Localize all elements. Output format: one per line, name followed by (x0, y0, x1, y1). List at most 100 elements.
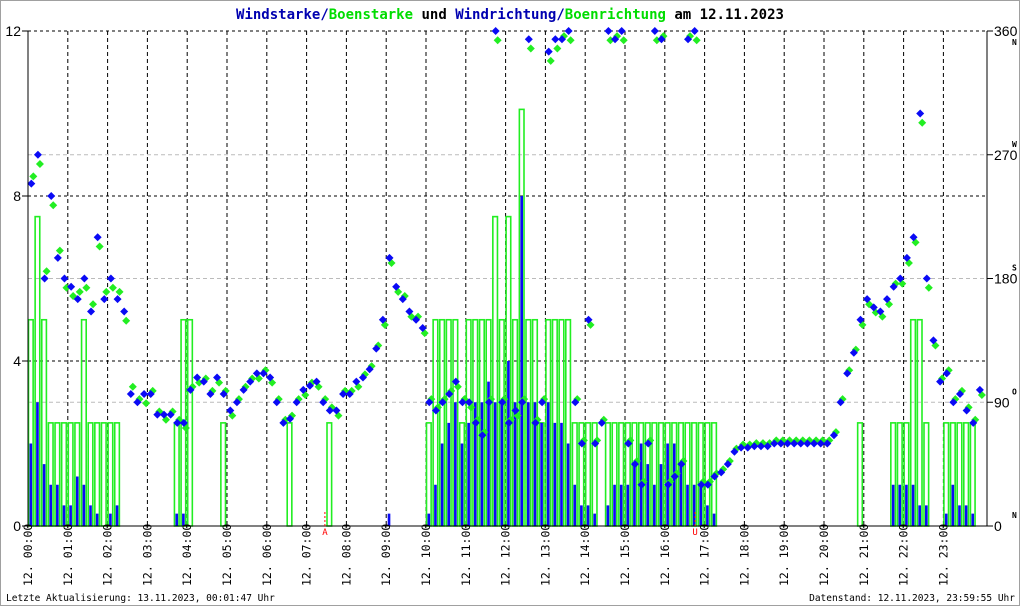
wind-bar (706, 505, 709, 526)
wind-bar (546, 402, 550, 526)
x-tick-label: 12. 02:00 (101, 524, 115, 586)
wind-bar (951, 484, 955, 526)
wind-bar (653, 484, 656, 526)
x-tick-label: 12. 06:00 (260, 524, 274, 586)
wind-bar (493, 402, 497, 526)
wind-bar (29, 443, 33, 526)
title-part: / (556, 7, 564, 23)
x-tick-label: 12. 15:00 (618, 524, 632, 586)
x-tick-label: 12. 05:00 (220, 524, 234, 586)
x-tick-label: 12. 22:00 (897, 524, 911, 586)
right-tick-label: 90 (994, 394, 1010, 410)
wind-bar (520, 196, 523, 526)
wind-bar (925, 505, 928, 526)
wind-bar (619, 484, 623, 526)
left-tick-label: 8 (13, 188, 21, 204)
wind-bar (918, 505, 921, 526)
wind-bar (454, 402, 457, 526)
last-update-text: Letzte Aktualisierung: 13.11.2023, 00:01… (6, 593, 275, 604)
wind-bar (75, 476, 79, 526)
x-tick-label: 12. 14:00 (578, 524, 592, 586)
title-part: und (413, 7, 455, 23)
x-tick-label: 12. 16:00 (658, 524, 672, 586)
wind-bar (42, 464, 46, 526)
wind-bar (633, 464, 636, 526)
wind-bar (672, 443, 676, 526)
wind-bar (69, 505, 72, 526)
wind-bar (692, 484, 696, 526)
wind-bar (527, 402, 530, 526)
wind-bar (898, 484, 902, 526)
wind-bar (115, 505, 119, 526)
wind-bar (699, 484, 703, 526)
left-tick-label: 0 (13, 518, 21, 534)
title-part: am 12.11.2023 (666, 7, 784, 23)
wind-bar (540, 422, 543, 526)
wind-bar (613, 484, 616, 526)
wind-bar (626, 484, 630, 526)
wind-bar (440, 443, 444, 526)
wind-chart: Windstarke/Boenstarke und Windrichtung/B… (0, 0, 1020, 606)
title-part: Boenrichtung (565, 7, 666, 23)
x-tick-label: 12. 21:00 (857, 524, 871, 586)
wind-bar (712, 513, 716, 526)
wind-bar (513, 402, 517, 526)
sun-marker-label: U (692, 528, 697, 538)
x-tick-label: 12. 12:00 (499, 524, 513, 586)
wind-bar (964, 505, 968, 526)
wind-bar (911, 484, 915, 526)
compass-direction-label: S (1012, 264, 1017, 273)
left-tick-label: 12 (5, 23, 21, 39)
wind-bar (586, 505, 590, 526)
wind-bar (434, 484, 437, 526)
x-tick-label: 12. 20:00 (817, 524, 831, 586)
title-part: Windstarke (236, 7, 320, 23)
x-tick-label: 12. 04:00 (180, 524, 194, 586)
wind-bar (507, 361, 510, 526)
title-part: Boenstarke (329, 7, 413, 23)
x-tick-label: 12. 23:00 (936, 524, 950, 586)
wind-bar (593, 513, 596, 526)
x-tick-label: 12. 07:00 (300, 524, 314, 586)
x-tick-label: 12. 01:00 (61, 524, 75, 586)
compass-direction-label: N (1012, 511, 1017, 520)
wind-bar (646, 464, 650, 526)
x-tick-label: 12. 08:00 (339, 524, 353, 586)
wind-bar (62, 505, 66, 526)
wind-bar (480, 402, 484, 526)
wind-bar (606, 505, 610, 526)
title-part: Windrichtung (455, 7, 556, 23)
right-tick-label: 270 (994, 147, 1018, 163)
wind-bar (573, 484, 577, 526)
sun-marker-label: A (322, 528, 328, 538)
wind-bar (460, 443, 464, 526)
x-tick-label: 12. 17:00 (698, 524, 712, 586)
x-tick-label: 12. 19:00 (777, 524, 791, 586)
wind-bar (566, 443, 570, 526)
wind-bar (49, 484, 53, 526)
left-tick-label: 4 (13, 353, 21, 369)
wind-chart-page: Windstarke/Boenstarke und Windrichtung/B… (0, 0, 1020, 606)
wind-bar (95, 513, 99, 526)
wind-bar (560, 422, 563, 526)
wind-bar (89, 505, 92, 526)
wind-bar (36, 402, 39, 526)
wind-bar (971, 513, 975, 526)
chart-title: Windstarke/Boenstarke und Windrichtung/B… (236, 7, 784, 23)
wind-bar (82, 484, 86, 526)
wind-bar (905, 484, 908, 526)
right-tick-label: 180 (994, 271, 1018, 287)
wind-bar (686, 484, 689, 526)
title-part: / (320, 7, 328, 23)
x-tick-label: 12. 03:00 (140, 524, 154, 586)
x-tick-label: 12. 10:00 (419, 524, 433, 586)
wind-bar (500, 402, 504, 526)
x-tick-label: 12. 11:00 (459, 524, 473, 586)
wind-bar (447, 422, 451, 526)
wind-bar (56, 484, 59, 526)
wind-bar (580, 505, 583, 526)
wind-bar (467, 422, 470, 526)
wind-bar (659, 464, 663, 526)
compass-direction-label: W (1012, 140, 1017, 149)
compass-direction-label: O (1012, 387, 1017, 396)
